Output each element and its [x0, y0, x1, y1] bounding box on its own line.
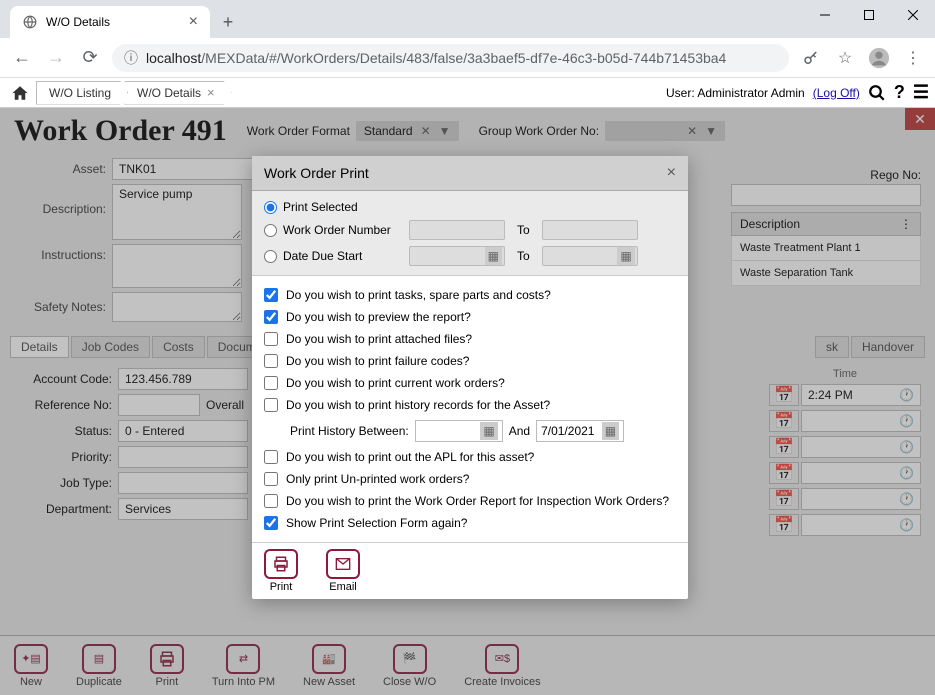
home-button[interactable]: [6, 81, 40, 105]
calendar-icon: ▦: [480, 422, 497, 440]
back-button[interactable]: ←: [10, 46, 34, 70]
tab-close-icon[interactable]: ×: [189, 13, 198, 31]
minimize-button[interactable]: [803, 0, 847, 30]
password-key-icon[interactable]: [799, 46, 823, 70]
radio-print-selected[interactable]: Print Selected: [264, 197, 676, 217]
modal-radio-section: Print Selected Work Order NumberTo Date …: [252, 191, 688, 276]
email-icon: [326, 549, 360, 579]
close-window-button[interactable]: [891, 0, 935, 30]
new-tab-button[interactable]: +: [214, 8, 242, 36]
check-preview[interactable]: Do you wish to preview the report?: [264, 306, 676, 328]
help-icon[interactable]: ?: [894, 82, 905, 103]
and-label: And: [509, 424, 530, 438]
radio-wo-number[interactable]: Work Order NumberTo: [264, 217, 676, 243]
modal-body: Do you wish to print tasks, spare parts …: [252, 276, 688, 542]
bookmark-star-icon[interactable]: ☆: [833, 46, 857, 70]
wo-number-to[interactable]: [542, 220, 638, 240]
breadcrumb-label: W/O Listing: [49, 86, 111, 100]
print-modal: Work Order Print × Print Selected Work O…: [252, 156, 688, 599]
tab-title: W/O Details: [46, 15, 110, 29]
logoff-link[interactable]: (Log Off): [813, 86, 860, 100]
reload-button[interactable]: ⟳: [78, 46, 102, 70]
calendar-icon: ▦: [617, 247, 634, 265]
check-apl[interactable]: Do you wish to print out the APL for thi…: [264, 446, 676, 468]
check-inspection[interactable]: Do you wish to print the Work Order Repo…: [264, 490, 676, 512]
modal-title: Work Order Print: [264, 165, 369, 181]
check-unprinted[interactable]: Only print Un-printed work orders?: [264, 468, 676, 490]
browser-menu-icon[interactable]: ⋮: [901, 46, 925, 70]
browser-toolbar: ← → ⟳ ⓘ localhost/MEXData/#/WorkOrders/D…: [0, 38, 935, 78]
breadcrumb-wo-details[interactable]: W/O Details ×: [124, 81, 232, 105]
search-icon[interactable]: [868, 84, 886, 102]
modal-header: Work Order Print ×: [252, 156, 688, 191]
calendar-icon: ▦: [485, 247, 502, 265]
check-attached[interactable]: Do you wish to print attached files?: [264, 328, 676, 350]
history-date-range: Print History Between: ▦ And 7/01/2021▦: [264, 416, 676, 446]
browser-titlebar: W/O Details × +: [0, 0, 935, 38]
history-from-date[interactable]: ▦: [415, 420, 503, 442]
site-info-icon[interactable]: ⓘ: [124, 48, 138, 68]
breadcrumb-label: W/O Details: [137, 86, 201, 100]
hamburger-menu-icon[interactable]: ☰: [913, 82, 929, 103]
history-between-label: Print History Between:: [290, 424, 409, 438]
user-label: User: Administrator Admin: [666, 86, 805, 100]
url-path: /MEXData/#/WorkOrders/Details/483/false/…: [201, 50, 726, 66]
check-current[interactable]: Do you wish to print current work orders…: [264, 372, 676, 394]
check-failure[interactable]: Do you wish to print failure codes?: [264, 350, 676, 372]
date-to[interactable]: ▦: [542, 246, 638, 266]
check-tasks[interactable]: Do you wish to print tasks, spare parts …: [264, 284, 676, 306]
maximize-button[interactable]: [847, 0, 891, 30]
breadcrumb-wo-listing[interactable]: W/O Listing: [36, 81, 128, 105]
check-history[interactable]: Do you wish to print history records for…: [264, 394, 676, 416]
wo-number-from[interactable]: [409, 220, 505, 240]
home-icon: [10, 84, 30, 102]
modal-close-icon[interactable]: ×: [667, 164, 676, 182]
breadcrumb-close-icon[interactable]: ×: [207, 85, 215, 100]
calendar-icon: ▦: [602, 422, 619, 440]
radio-date-due[interactable]: Date Due Start▦To▦: [264, 243, 676, 269]
globe-icon: [22, 14, 38, 30]
date-from[interactable]: ▦: [409, 246, 505, 266]
check-show-again[interactable]: Show Print Selection Form again?: [264, 512, 676, 534]
modal-print-button[interactable]: Print: [264, 549, 298, 593]
modal-email-button[interactable]: Email: [326, 549, 360, 593]
url-host: localhost: [146, 50, 201, 66]
app-breadcrumb-bar: W/O Listing W/O Details × User: Administ…: [0, 78, 935, 108]
window-controls: [803, 0, 935, 38]
forward-button[interactable]: →: [44, 46, 68, 70]
modal-footer: Print Email: [252, 542, 688, 599]
printer-icon: [264, 549, 298, 579]
profile-avatar-icon[interactable]: [867, 46, 891, 70]
browser-tab[interactable]: W/O Details ×: [10, 6, 210, 38]
address-bar[interactable]: ⓘ localhost/MEXData/#/WorkOrders/Details…: [112, 44, 789, 72]
history-to-date[interactable]: 7/01/2021▦: [536, 420, 624, 442]
